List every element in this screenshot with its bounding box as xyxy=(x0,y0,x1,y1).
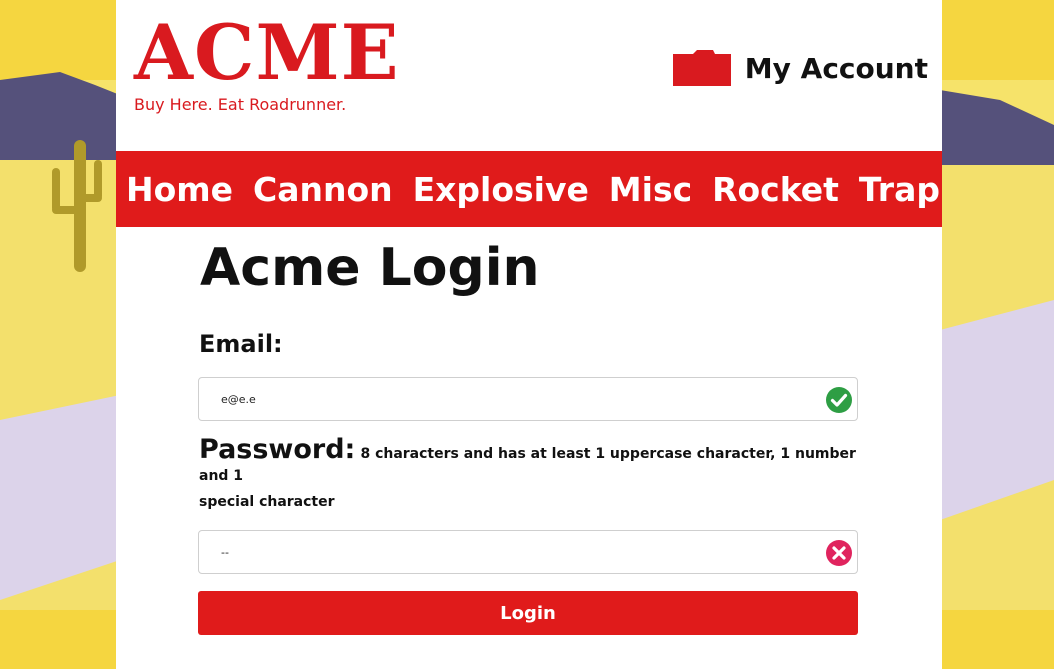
logo-wordmark: ACME xyxy=(134,8,400,97)
my-account-label: My Account xyxy=(744,51,928,85)
my-account-link[interactable]: My Account xyxy=(671,48,928,88)
nav-item-misc[interactable]: Misc xyxy=(609,170,692,209)
page-title: Acme Login xyxy=(200,238,540,298)
password-label: Password: xyxy=(199,434,356,465)
folder-icon xyxy=(672,50,731,86)
nav-item-rocket[interactable]: Rocket xyxy=(712,170,839,209)
main-page: ACME Buy Here. Eat Roadrunner. My Accoun… xyxy=(116,0,942,669)
password-label-row: Password: 8 characters and has at least … xyxy=(199,434,869,484)
nav-item-trap[interactable]: Trap xyxy=(859,170,940,209)
main-navigation: Home Cannon Explosive Misc Rocket Trap xyxy=(116,151,942,227)
password-requirements-continued: special character xyxy=(199,494,335,510)
error-circle-icon xyxy=(826,540,852,566)
logo-tagline: Buy Here. Eat Roadrunner. xyxy=(134,95,347,114)
nav-item-explosive[interactable]: Explosive xyxy=(413,170,589,209)
acme-logo[interactable]: ACME Buy Here. Eat Roadrunner. xyxy=(134,8,404,118)
check-circle-icon xyxy=(826,387,852,413)
email-field-wrapper xyxy=(198,377,858,421)
nav-item-home[interactable]: Home xyxy=(126,170,233,209)
email-field[interactable] xyxy=(199,378,857,420)
password-field-wrapper xyxy=(198,530,858,574)
login-button[interactable]: Login xyxy=(198,591,858,635)
email-label: Email: xyxy=(199,330,283,358)
nav-item-cannon[interactable]: Cannon xyxy=(253,170,393,209)
password-field[interactable] xyxy=(199,531,857,573)
